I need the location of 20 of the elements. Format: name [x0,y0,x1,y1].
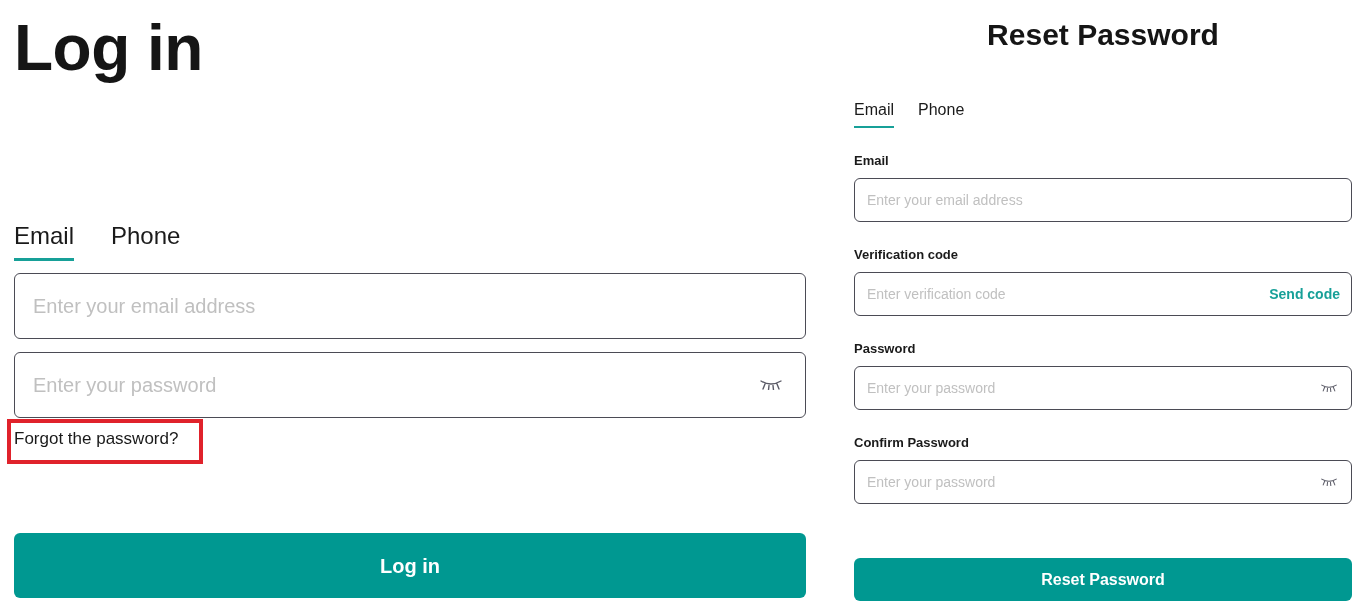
forgot-password-link[interactable]: Forgot the password? [14,429,179,449]
eye-closed-icon[interactable] [760,380,782,390]
eye-closed-icon[interactable] [1321,384,1337,392]
tab[interactable]: Phone [918,100,965,128]
password-field[interactable]: Enter your password [854,366,1352,410]
field-label: Confirm Password [854,435,969,451]
field-label: Password [854,341,916,357]
tab[interactable]: Phone [111,222,181,261]
password-field[interactable]: Enter your password [854,460,1352,504]
password-field[interactable]: Enter your password [14,352,806,418]
field-label: Email [854,153,889,169]
tab[interactable]: Email [14,222,74,261]
login-button[interactable]: Log in [14,533,806,598]
dialog-title: Reset Password [987,17,1219,53]
email-field[interactable]: Enter your email address [14,273,806,339]
field-label: Verification code [854,247,959,263]
tab[interactable]: Email [854,100,894,128]
email-field[interactable]: Enter your email address [854,178,1352,222]
eye-closed-icon[interactable] [1321,478,1337,486]
reset-password-button[interactable]: Reset Password [854,558,1352,601]
